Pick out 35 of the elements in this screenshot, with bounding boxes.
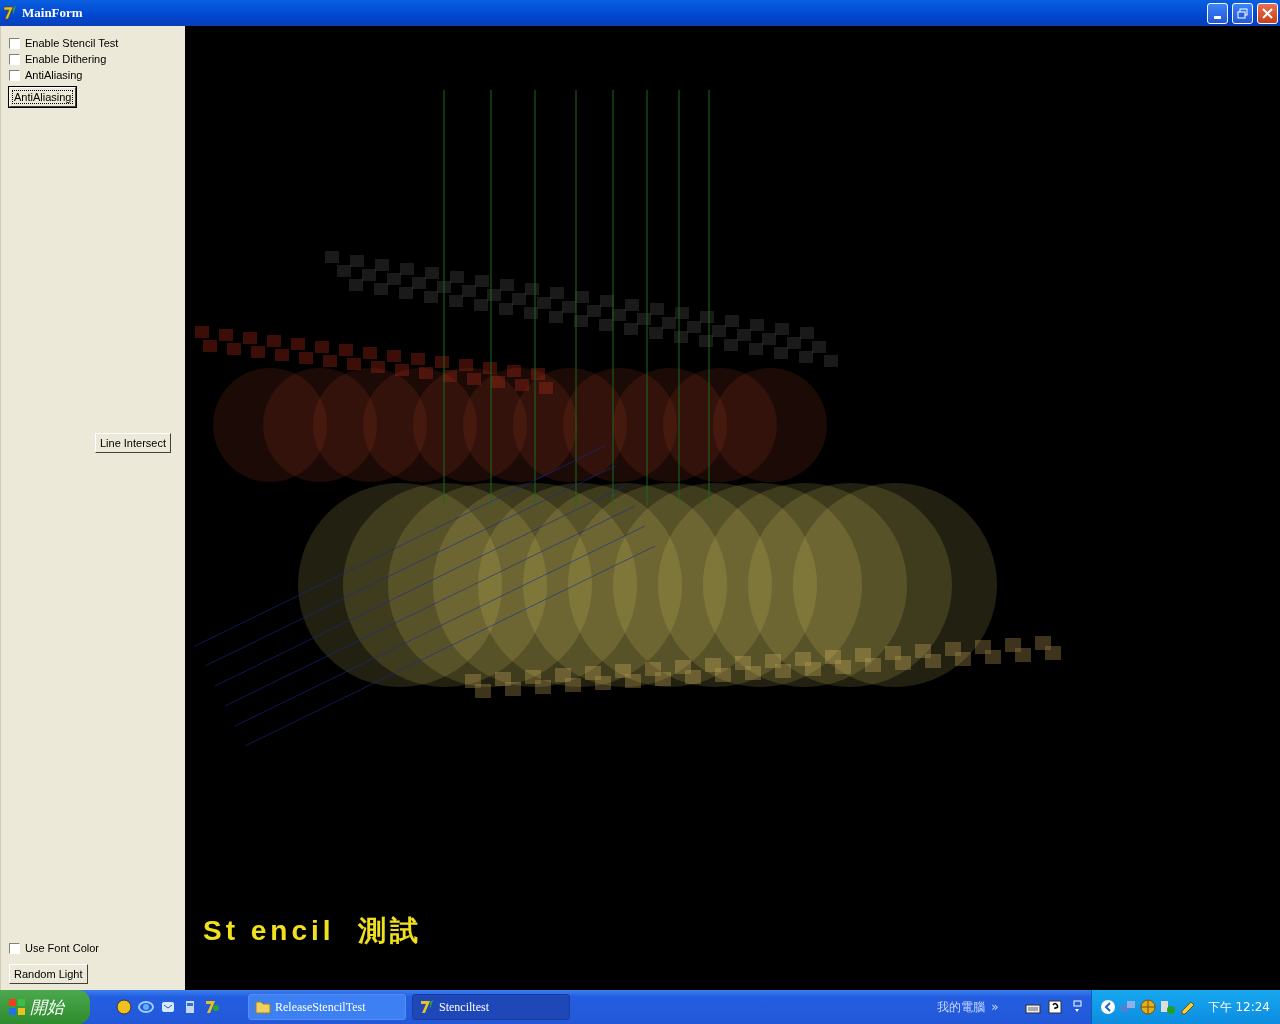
help-icon[interactable] xyxy=(1046,999,1063,1015)
app-logo-icon[interactable] xyxy=(204,999,220,1015)
taskbar-button[interactable]: Stenciltest xyxy=(412,994,570,1020)
window-title: MainForm xyxy=(22,5,84,21)
checkbox-label: AntiAliasing xyxy=(25,69,83,81)
restore-button[interactable] xyxy=(1232,2,1253,24)
globe-icon[interactable] xyxy=(1139,999,1156,1015)
checkbox-label: Enable Dithering xyxy=(25,53,107,65)
checkbox-label: Use Font Color xyxy=(25,942,99,954)
minimize-button[interactable] xyxy=(1207,2,1228,24)
checkbox[interactable] xyxy=(9,942,20,954)
mail-icon[interactable] xyxy=(160,999,176,1015)
app-logo-icon xyxy=(419,999,435,1015)
folder-icon xyxy=(255,1000,271,1014)
close-icon xyxy=(1262,7,1273,19)
checkbox[interactable] xyxy=(9,69,20,81)
restore-icon xyxy=(1237,7,1248,19)
chevron[interactable]: » xyxy=(991,1000,999,1014)
pencil-icon[interactable] xyxy=(1179,999,1196,1015)
chevron-left-icon[interactable] xyxy=(1099,999,1116,1015)
overlay-text: St encil 測試 xyxy=(203,914,423,948)
windows-flag-icon xyxy=(8,998,26,1016)
checkbox[interactable] xyxy=(9,37,20,49)
close-button[interactable] xyxy=(1257,2,1278,24)
checkbox[interactable] xyxy=(9,53,20,65)
taskbar-button[interactable]: ReleaseStencilTest xyxy=(248,994,406,1020)
toolbar-label[interactable]: 我的電腦 xyxy=(937,998,986,1016)
antialiasing-button[interactable]: AntiAliasing xyxy=(9,87,77,107)
start-button[interactable]: 開始 xyxy=(0,990,90,1024)
checkbox-label: Enable Stencil Test xyxy=(25,37,119,49)
app-logo-icon xyxy=(2,5,18,21)
minimize-icon xyxy=(1214,15,1221,19)
line-intersect-button[interactable]: Line Intersect xyxy=(94,433,171,453)
random-light-button[interactable]: Random Light xyxy=(9,964,88,984)
clock: 下午 12:24 xyxy=(1207,998,1270,1016)
